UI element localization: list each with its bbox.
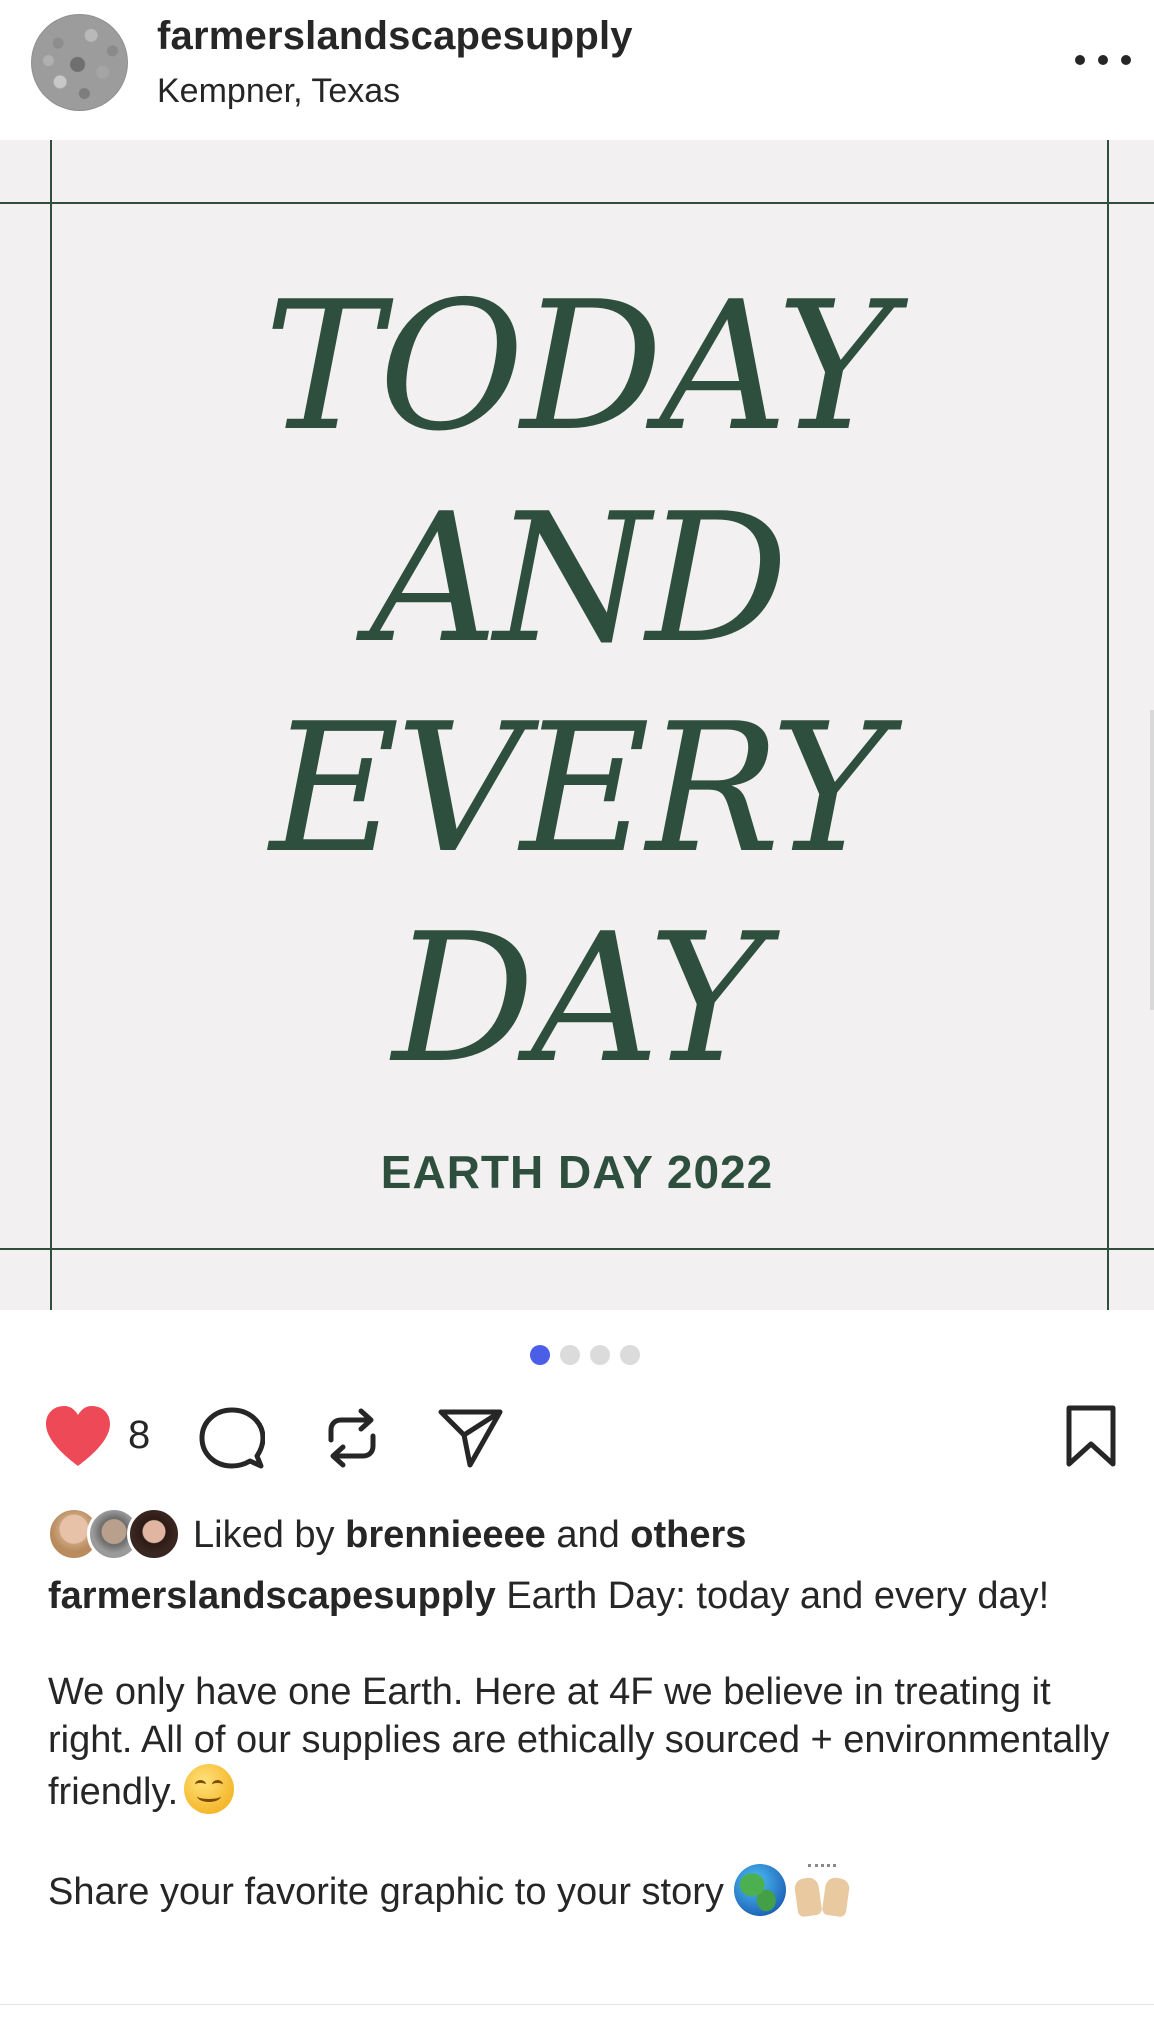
comment-icon[interactable] <box>198 1405 266 1471</box>
frame-line-bottom <box>0 1248 1154 1250</box>
headline-line-3: EVERY <box>269 685 888 892</box>
globe-emoji-icon <box>733 1864 786 1916</box>
liked-by-row[interactable]: Liked by brennieeee and others <box>47 1505 746 1565</box>
headline-line-2: AND <box>369 475 788 682</box>
profile-avatar[interactable] <box>31 14 128 111</box>
liked-by-user[interactable]: brennieeee <box>345 1514 546 1556</box>
liked-by-text: Liked by brennieeee and others <box>193 1514 746 1557</box>
caption-paragraph-2: We only have one Earth. Here at 4F we be… <box>48 1668 1128 1816</box>
caption-username[interactable]: farmerslandscapesupply <box>48 1575 496 1617</box>
raising-hands-emoji-icon <box>792 1864 852 1918</box>
share-icon[interactable] <box>438 1407 504 1469</box>
caption-first-paragraph: farmerslandscapesupply Earth Day: today … <box>48 1572 1128 1620</box>
carousel-dot <box>560 1345 580 1365</box>
carousel-indicator <box>530 1345 640 1365</box>
divider <box>0 2004 1154 2005</box>
liker-avatar <box>127 1507 181 1561</box>
more-options-icon[interactable] <box>1075 50 1131 70</box>
headline-line-4: DAY <box>392 895 766 1102</box>
liked-by-prefix: Liked by <box>193 1513 335 1556</box>
carousel-dot <box>590 1345 610 1365</box>
post-location[interactable]: Kempner, Texas <box>157 72 400 111</box>
caption-paragraph-3-text: Share your favorite graphic to your stor… <box>48 1871 724 1913</box>
liked-by-others[interactable]: others <box>630 1514 746 1556</box>
frame-line-top <box>0 202 1154 204</box>
post-header: farmerslandscapesupply Kempner, Texas <box>0 0 1154 140</box>
next-slide-edge <box>1150 710 1154 1010</box>
post-caption: farmerslandscapesupply Earth Day: today … <box>48 1572 1128 1918</box>
smiling-face-emoji-icon <box>184 1764 235 1814</box>
bookmark-icon[interactable] <box>1062 1403 1120 1469</box>
carousel-dot <box>620 1345 640 1365</box>
post-image[interactable]: TODAY AND EVERY DAY EARTH DAY 2022 <box>0 140 1154 1310</box>
liked-by-connector: and <box>556 1513 620 1556</box>
headline-line-1: TODAY <box>263 263 894 470</box>
repost-icon[interactable] <box>320 1405 384 1471</box>
heart-icon[interactable] <box>40 1403 116 1469</box>
caption-line-1: Earth Day: today and every day! <box>506 1575 1050 1617</box>
instagram-post: farmerslandscapesupply Kempner, Texas TO… <box>0 0 1154 2019</box>
action-bar: 8 <box>0 1395 1154 1475</box>
like-count[interactable]: 8 <box>128 1413 150 1458</box>
post-username[interactable]: farmerslandscapesupply <box>157 14 633 59</box>
earth-day-subtitle: EARTH DAY 2022 <box>380 1146 774 1198</box>
caption-paragraph-3: Share your favorite graphic to your stor… <box>48 1864 1128 1918</box>
carousel-dot-active <box>530 1345 550 1365</box>
liker-avatars[interactable] <box>47 1507 187 1563</box>
